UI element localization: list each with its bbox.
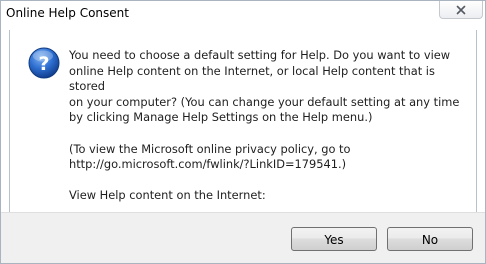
question-prompt: View Help content on the Internet:: [69, 188, 266, 203]
no-button[interactable]: No: [387, 227, 473, 251]
question-icon: ?: [28, 47, 60, 79]
svg-text:?: ?: [38, 53, 49, 75]
dialog-window: Online Help Consent ? You need to choose…: [0, 0, 486, 264]
close-button[interactable]: [439, 1, 483, 19]
yes-button[interactable]: Yes: [291, 227, 377, 251]
consent-paragraph: You need to choose a default setting for…: [69, 48, 460, 125]
dialog-content: ? You need to choose a default setting f…: [9, 30, 477, 212]
button-bar: Yes No: [1, 212, 485, 263]
message-text: You need to choose a default setting for…: [69, 48, 469, 204]
privacy-paragraph: (To view the Microsoft online privacy po…: [69, 141, 351, 172]
title-bar[interactable]: Online Help Consent: [1, 1, 485, 29]
close-icon: [456, 5, 466, 14]
window-title: Online Help Consent: [6, 6, 129, 20]
